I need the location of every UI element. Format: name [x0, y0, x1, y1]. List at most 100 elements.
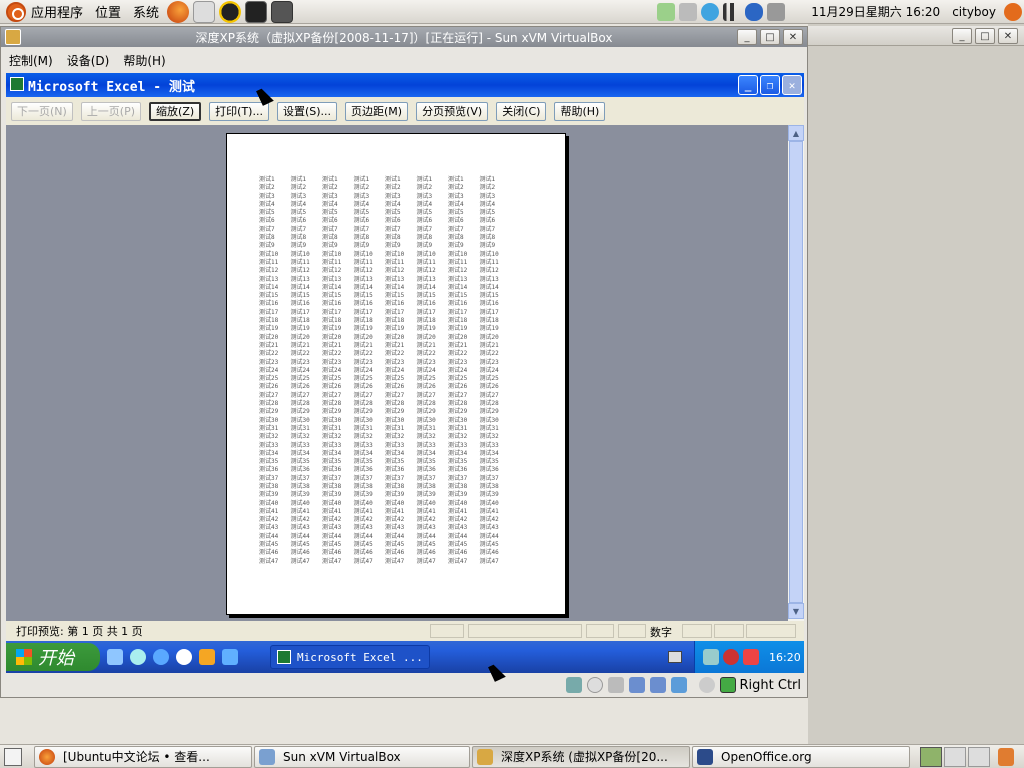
bottom-panel: [Ubuntu中文论坛 • 查看... Sun xVM VirtualBox 深…	[0, 744, 1024, 768]
virtualbox-titlebar[interactable]: 深度XP系统（虚拟XP备份[2008-11-17]）[正在运行] - Sun x…	[1, 27, 807, 47]
virtualbox-title: 深度XP系统（虚拟XP备份[2008-11-17]）[正在运行] - Sun x…	[195, 30, 613, 45]
task-label: 深度XP系统 (虚拟XP备份[20...	[501, 750, 668, 764]
excel-app-icon	[10, 77, 24, 91]
network-adapter-icon[interactable]	[628, 677, 645, 693]
guest-screen[interactable]: Microsoft Excel - 测试 _ ❐ ✕ 下一页(N) 上一页(P)…	[6, 73, 804, 673]
update-tray-icon[interactable]	[701, 2, 720, 21]
firefox-task-icon	[39, 748, 55, 765]
task-openoffice[interactable]: OpenOffice.org	[692, 745, 910, 768]
zoom-button[interactable]: 缩放(Z)	[149, 101, 202, 121]
excel-statusbar: 打印预览: 第 1 页 共 1 页 数字	[6, 621, 804, 641]
tray-network-icon[interactable]	[703, 649, 719, 665]
excel-close-icon[interactable]: ✕	[782, 75, 802, 95]
virtualbox-window: 深度XP系统（虚拟XP备份[2008-11-17]）[正在运行] - Sun x…	[0, 26, 808, 698]
xp-taskbar: 开始 Microsoft Excel ... 16:20	[6, 641, 804, 673]
workspace-switcher[interactable]	[920, 746, 990, 767]
close-preview-button[interactable]: 关闭(C)	[496, 101, 547, 121]
user-switcher[interactable]: cityboy	[946, 0, 1002, 24]
quicklaunch-ie-icon[interactable]	[153, 649, 169, 665]
workspace-3[interactable]	[968, 746, 990, 767]
print-preview-toolbar: 下一页(N) 上一页(P) 缩放(Z) 打印(T)... 设置(S)... 页边…	[6, 97, 804, 125]
task-label: Sun xVM VirtualBox	[283, 749, 401, 764]
keyboard-icon[interactable]	[668, 651, 682, 663]
minimize-icon[interactable]: _	[952, 28, 972, 44]
usb-icon[interactable]	[649, 677, 666, 693]
signal-strength-icon[interactable]	[723, 2, 742, 21]
terminal-icon[interactable]	[245, 0, 268, 23]
firefox-icon[interactable]	[167, 0, 190, 23]
xp-clock[interactable]: 16:20	[769, 651, 801, 664]
scroll-down-icon[interactable]: ▼	[788, 603, 804, 619]
excel-task-icon	[277, 650, 291, 664]
start-button[interactable]: 开始	[6, 643, 100, 671]
scroll-up-icon[interactable]: ▲	[788, 125, 804, 141]
host-key-label: Right Ctrl	[739, 677, 802, 693]
print-preview-area[interactable]: 测试1 测试2 测试3 测试4 测试5 测试6 测试7 测试8 测试9 测试10…	[6, 125, 788, 621]
hard-disk-icon[interactable]	[565, 677, 582, 693]
vbox-close-icon[interactable]: ✕	[783, 29, 803, 45]
top-panel: 应用程序 位置 系统 11月29日星期六 16:20 cityboy	[0, 0, 1024, 24]
scroll-thumb[interactable]	[789, 141, 803, 603]
page-break-preview-button[interactable]: 分页预览(V)	[416, 101, 489, 121]
sheet-column: 测试1 测试2 测试3 测试4 测试5 测试6 测试7 测试8 测试9 测试10…	[385, 176, 405, 565]
tray-antivirus-icon[interactable]	[723, 649, 739, 665]
excel-titlebar[interactable]: Microsoft Excel - 测试 _ ❐ ✕	[6, 73, 804, 97]
shared-folder-icon[interactable]	[670, 677, 687, 693]
page-status: 打印预览: 第 1 页 共 1 页	[16, 625, 143, 638]
menu-help[interactable]: 帮助(H)	[123, 52, 165, 69]
vbox-maximize-icon[interactable]: □	[760, 29, 780, 45]
close-icon[interactable]: ✕	[998, 28, 1018, 44]
taskbar-excel-label: Microsoft Excel ...	[297, 650, 423, 664]
bluetooth-icon[interactable]	[745, 2, 764, 21]
workspace-1[interactable]	[920, 746, 942, 767]
preview-page[interactable]: 测试1 测试2 测试3 测试4 测试5 测试6 测试7 测试8 测试9 测试10…	[226, 133, 566, 615]
task-xp-vm[interactable]: 深度XP系统 (虚拟XP备份[20...	[472, 745, 690, 768]
mouse-integration-icon[interactable]	[698, 677, 715, 693]
quicklaunch-pplive-icon[interactable]	[176, 649, 192, 665]
network-tray-icon[interactable]	[657, 2, 676, 21]
vbox-minimize-icon[interactable]: _	[737, 29, 757, 45]
excel-minimize-icon[interactable]: _	[738, 75, 758, 95]
task-label: OpenOffice.org	[721, 749, 812, 764]
mail-icon[interactable]	[193, 0, 216, 23]
qq-penguin-icon[interactable]	[219, 0, 242, 23]
cdrom-icon[interactable]	[586, 677, 603, 693]
applications-menu[interactable]: 应用程序	[0, 0, 89, 24]
screenshot-camera-icon[interactable]	[271, 0, 294, 23]
menu-control[interactable]: 控制(M)	[9, 52, 53, 69]
system-menu[interactable]: 系统	[127, 0, 165, 24]
sheet-column: 测试1 测试2 测试3 测试4 测试5 测试6 测试7 测试8 测试9 测试10…	[259, 176, 279, 565]
openoffice-task-icon	[697, 748, 713, 765]
menu-devices[interactable]: 设备(D)	[67, 52, 110, 69]
excel-title: Microsoft Excel - 测试	[28, 79, 195, 95]
vertical-scrollbar[interactable]: ▲ ▼	[788, 125, 804, 621]
printer-tray-icon[interactable]	[679, 2, 698, 21]
task-virtualbox[interactable]: Sun xVM VirtualBox	[254, 745, 470, 768]
volume-icon[interactable]	[767, 2, 786, 21]
show-desktop-icon[interactable]	[4, 747, 22, 766]
taskbar-excel-button[interactable]: Microsoft Excel ...	[270, 645, 430, 669]
places-menu[interactable]: 位置	[89, 0, 127, 24]
task-forum-browser[interactable]: [Ubuntu中文论坛 • 查看...	[34, 745, 252, 768]
shutdown-icon[interactable]	[1004, 2, 1022, 21]
quicklaunch-messenger-icon[interactable]	[130, 649, 146, 665]
print-button[interactable]: 打印(T)...	[209, 101, 269, 121]
next-page-button[interactable]: 下一页(N)	[11, 101, 73, 121]
previous-page-button[interactable]: 上一页(P)	[80, 101, 142, 121]
sheet-column: 测试1 测试2 测试3 测试4 测试5 测试6 测试7 测试8 测试9 测试10…	[353, 176, 373, 565]
floppy-icon[interactable]	[607, 677, 624, 693]
quicklaunch-arrow-icon[interactable]	[222, 649, 238, 665]
clock[interactable]: 11月29日星期六 16:20	[805, 0, 946, 24]
maximize-icon[interactable]: □	[975, 28, 995, 44]
host-key-icon[interactable]	[719, 677, 736, 693]
workspace-2[interactable]	[944, 746, 966, 767]
excel-restore-icon[interactable]: ❐	[760, 75, 780, 95]
tray-shield-icon[interactable]	[743, 649, 759, 665]
margins-button[interactable]: 页边距(M)	[345, 101, 409, 121]
sheet-column: 测试1 测试2 测试3 测试4 测试5 测试6 测试7 测试8 测试9 测试10…	[416, 176, 436, 565]
trash-icon[interactable]	[998, 747, 1014, 766]
quicklaunch-desktop-icon[interactable]	[107, 649, 123, 665]
setup-button[interactable]: 设置(S)...	[276, 101, 338, 121]
quicklaunch-qq-icon[interactable]	[199, 649, 215, 665]
help-button[interactable]: 帮助(H)	[554, 101, 606, 121]
